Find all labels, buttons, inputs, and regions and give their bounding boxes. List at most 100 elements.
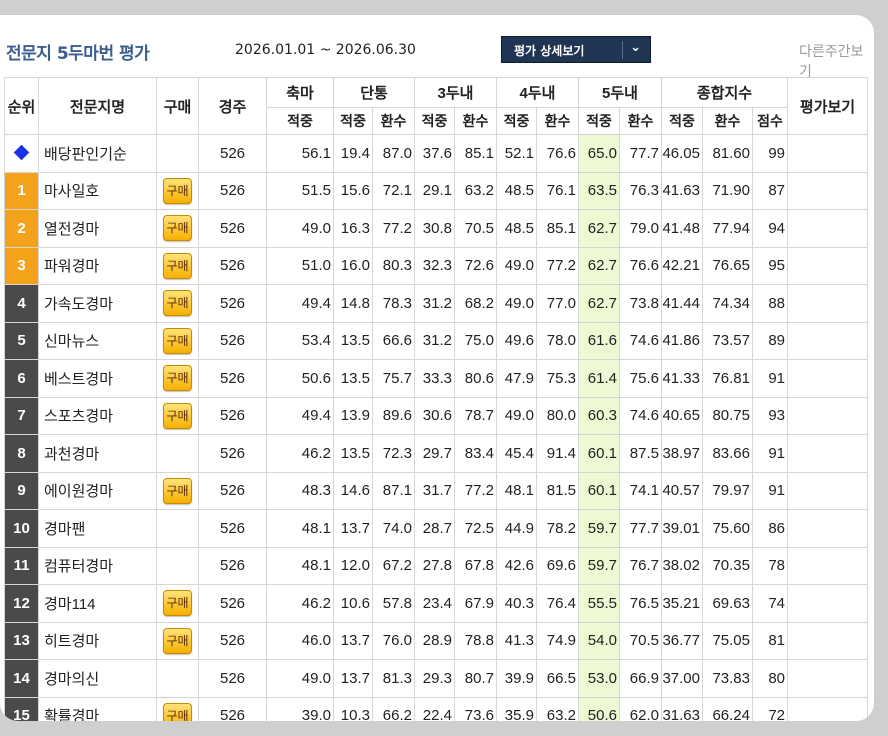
table-row[interactable]: 1 마사일호 구매 526 51.5 15.6 72.1 29.1 63.2 48.5 76.1 63… [4,171,868,210]
races-cell: 526 [198,471,267,510]
cell-single-hit: 13.7 [333,621,373,660]
cell-t4-hit: 49.0 [496,284,537,323]
buy-button[interactable]: 구매 [163,327,192,354]
cell-tot-hit: 36.77 [661,621,703,660]
table-row[interactable]: 6 베스트경마 구매 526 50.6 13.5 75.7 33.3 80.6 47.9 75.3 6… [4,359,868,398]
publisher-name: 배당판인기순 [38,134,157,173]
table-row[interactable]: 배당판인기순 526 56.1 19.4 87.0 37.6 85.1 52.1 76.6 65.… [4,134,868,173]
table-row[interactable]: 12 경마114 구매 526 46.2 10.6 57.8 23.4 67.9 40.3 76.4… [4,584,868,623]
cell-axis: 46.2 [266,434,334,473]
view-cell[interactable] [787,621,868,660]
cell-t4-ret: 66.5 [536,659,579,698]
buy-button[interactable]: 구매 [163,290,192,317]
view-cell[interactable] [787,171,868,210]
table-row[interactable]: 3 파워경마 구매 526 51.0 16.0 80.3 32.3 72.6 49.0 77.2 62… [4,246,868,285]
table-row[interactable]: 7 스포츠경마 구매 526 49.4 13.9 89.6 30.6 78.7 49.0 80.0 6… [4,396,868,435]
view-cell[interactable] [787,209,868,248]
cell-t5-hit: 55.5 [578,584,620,623]
table-row[interactable]: 2 열전경마 구매 526 49.0 16.3 77.2 30.8 70.5 48.5 85.1 62… [4,209,868,248]
buy-button[interactable]: 구매 [163,252,192,279]
buy-button[interactable]: 구매 [163,477,192,504]
cell-axis: 56.1 [266,134,334,173]
table-row[interactable]: 9 에이원경마 구매 526 48.3 14.6 87.1 31.7 77.2 48.1 81.5 6… [4,471,868,510]
cell-single-ret: 57.8 [372,584,415,623]
cell-t3-ret: 80.7 [454,659,497,698]
buy-button[interactable]: 구매 [163,215,192,242]
view-cell[interactable] [787,134,868,173]
view-cell[interactable] [787,471,868,510]
buy-cell [156,134,199,173]
view-cell[interactable] [787,246,868,285]
sub-top3-return: 환수 [454,107,497,135]
view-cell[interactable] [787,434,868,473]
races-cell: 526 [198,209,267,248]
cell-t4-hit: 49.6 [496,321,537,360]
cell-tot-hit: 38.97 [661,434,703,473]
buy-button[interactable]: 구매 [163,402,192,429]
cell-t5-ret: 77.7 [619,134,662,173]
view-cell[interactable] [787,321,868,360]
view-cell[interactable] [787,396,868,435]
other-period-link[interactable]: 다른주간보기 [799,41,874,81]
view-cell[interactable] [787,359,868,398]
table-row[interactable]: 15 확률경마 구매 526 39.0 10.3 66.2 22.4 73.6 35.9 63.2 5… [4,696,868,721]
view-cell[interactable] [787,509,868,548]
cell-score: 94 [752,209,788,248]
buy-button[interactable]: 구매 [163,627,192,654]
cell-t5-ret: 76.5 [619,584,662,623]
cell-t5-ret: 74.1 [619,471,662,510]
cell-t3-hit: 30.8 [414,209,455,248]
cell-axis: 53.4 [266,321,334,360]
cell-t3-ret: 67.8 [454,546,497,585]
view-cell[interactable] [787,584,868,623]
buy-cell: 구매 [156,171,199,210]
buy-button[interactable]: 구매 [163,365,192,392]
detail-view-select[interactable]: 평가 상세보기 ⌄ [501,36,651,63]
view-cell[interactable] [787,696,868,721]
cell-tot-hit: 46.05 [661,134,703,173]
cell-tot-ret: 80.75 [702,396,753,435]
table-row[interactable]: 5 신마뉴스 구매 526 53.4 13.5 66.6 31.2 75.0 49.6 78.0 61… [4,321,868,360]
publisher-name: 컴퓨터경마 [38,546,157,585]
table-row[interactable]: 10 경마팬 526 48.1 13.7 74.0 28.7 72.5 44.9 78.2 59.7… [4,509,868,548]
table-row[interactable]: 8 과천경마 526 46.2 13.5 72.3 29.7 83.4 45.4 91.4 60.1… [4,434,868,473]
cell-axis: 48.3 [266,471,334,510]
cell-t4-ret: 76.6 [536,134,579,173]
cell-t4-ret: 80.0 [536,396,579,435]
cell-t4-hit: 49.0 [496,246,537,285]
view-cell[interactable] [787,659,868,698]
cell-single-ret: 76.0 [372,621,415,660]
buy-cell [156,546,199,585]
cell-t5-hit: 65.0 [578,134,620,173]
view-cell[interactable] [787,284,868,323]
table-row[interactable]: 4 가속도경마 구매 526 49.4 14.8 78.3 31.2 68.2 49.0 77.0 6… [4,284,868,323]
cell-t4-ret: 81.5 [536,471,579,510]
buy-button[interactable]: 구매 [163,177,192,204]
cell-t5-ret: 75.6 [619,359,662,398]
table-row[interactable]: 14 경마의신 526 49.0 13.7 81.3 29.3 80.7 39.9 66.5 53.… [4,659,868,698]
cell-single-hit: 16.0 [333,246,373,285]
view-cell[interactable] [787,546,868,585]
cell-single-hit: 16.3 [333,209,373,248]
rank-cell: 11 [4,546,39,585]
cell-tot-hit: 42.21 [661,246,703,285]
buy-button[interactable]: 구매 [163,590,192,617]
cell-t4-ret: 76.4 [536,584,579,623]
cell-single-hit: 14.6 [333,471,373,510]
cell-t3-hit: 32.3 [414,246,455,285]
cell-t5-ret: 70.5 [619,621,662,660]
buy-cell: 구매 [156,209,199,248]
table-row[interactable]: 11 컴퓨터경마 526 48.1 12.0 67.2 27.8 67.8 42.6 69.6 59… [4,546,868,585]
buy-button[interactable]: 구매 [163,702,192,721]
cell-t4-hit: 44.9 [496,509,537,548]
cell-tot-ret: 81.60 [702,134,753,173]
col-races: 경주 [198,77,267,135]
table-row[interactable]: 13 히트경마 구매 526 46.0 13.7 76.0 28.9 78.8 41.3 74.9 5… [4,621,868,660]
cell-tot-hit: 41.48 [661,209,703,248]
races-cell: 526 [198,321,267,360]
page-title: 전문지 5두마번 평가 [6,44,150,64]
buy-cell: 구매 [156,584,199,623]
buy-cell: 구매 [156,321,199,360]
cell-t3-hit: 29.1 [414,171,455,210]
cell-t5-hit: 60.1 [578,471,620,510]
